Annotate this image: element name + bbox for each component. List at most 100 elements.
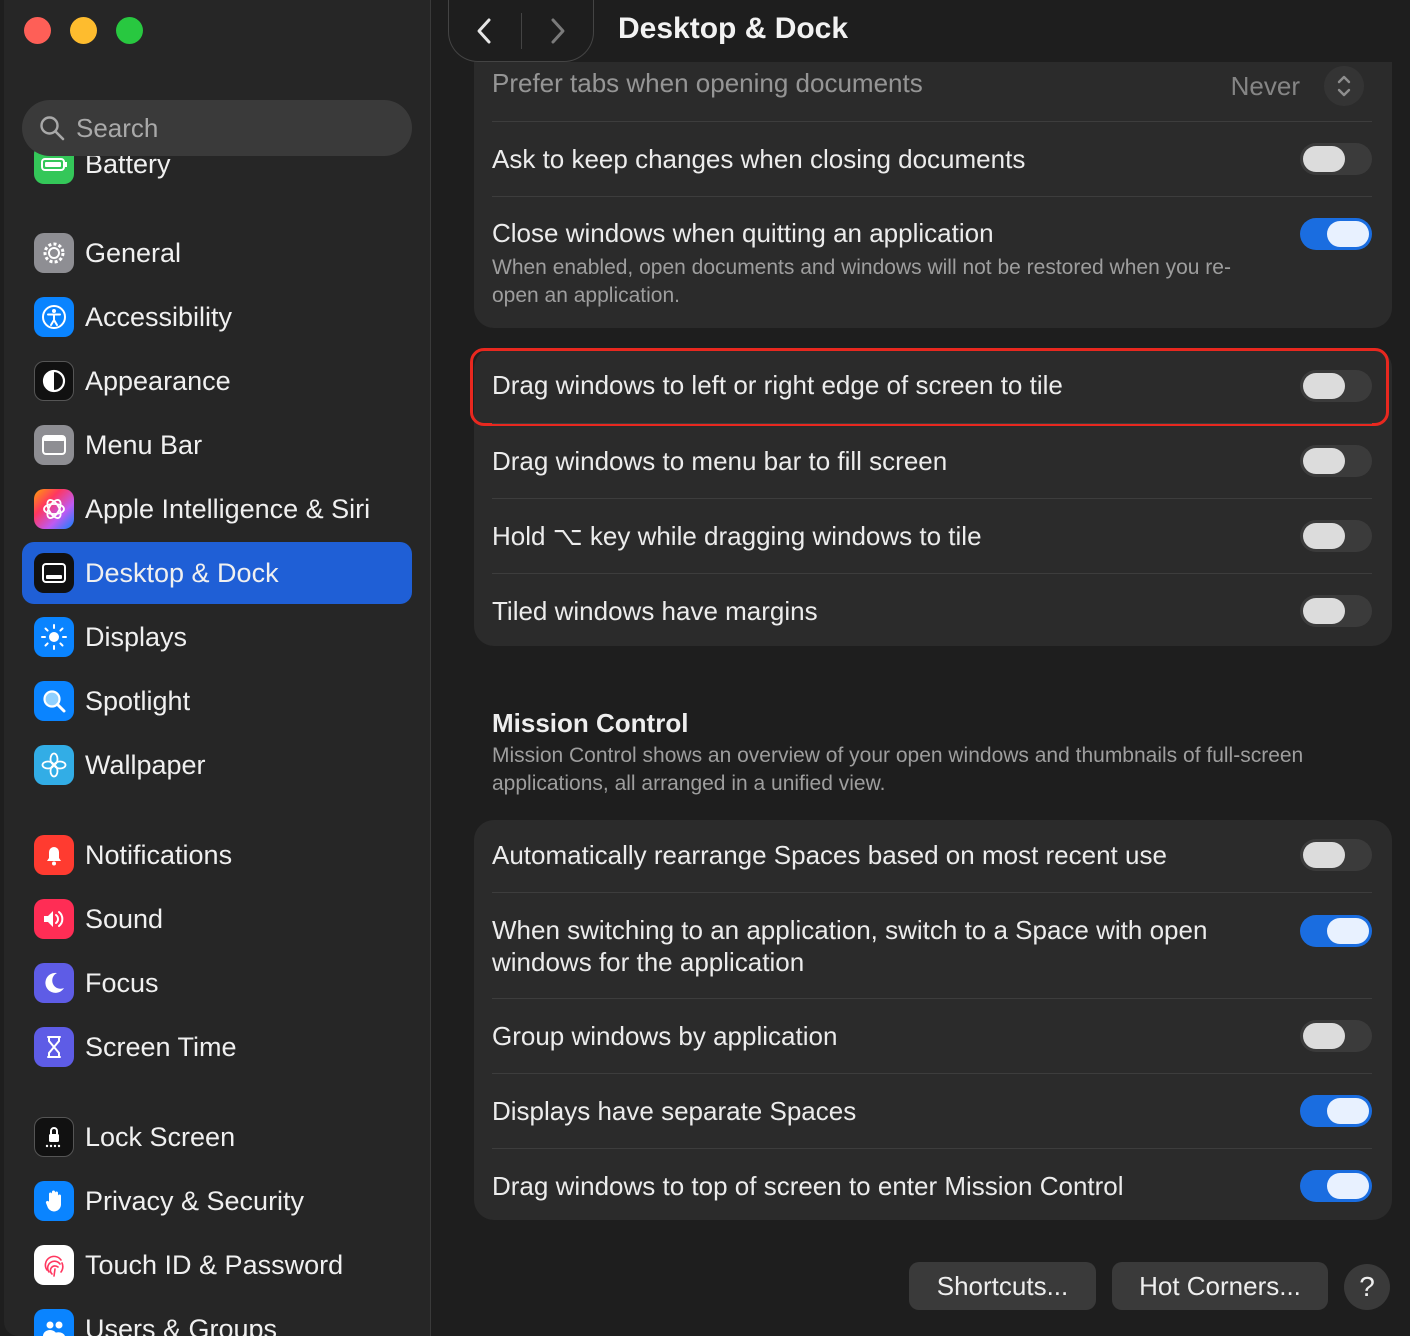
- chevron-left-icon: [477, 18, 491, 43]
- drag-menu-bar-row: Drag windows to menu bar to fill screen: [492, 442, 1372, 482]
- minimize-window-button[interactable]: [70, 17, 97, 44]
- sidebar-item-label: Sound: [85, 903, 164, 934]
- separate-spaces-toggle[interactable]: [1300, 1095, 1372, 1127]
- users-icon: [34, 1309, 74, 1336]
- divider: [492, 196, 1372, 197]
- page-title: Desktop & Dock: [618, 12, 849, 45]
- prefer-tabs-row: Prefer tabs when opening documents Never: [492, 66, 1372, 106]
- speaker-icon: [34, 899, 74, 939]
- hot-corners-button[interactable]: Hot Corners...: [1112, 1262, 1328, 1310]
- search-icon: [40, 116, 65, 141]
- sidebar-item-label: Focus: [85, 967, 159, 998]
- drag-top-label: Drag windows to top of screen to enter M…: [492, 1171, 1124, 1201]
- switch-space-row: When switching to an application, switch…: [492, 912, 1372, 984]
- bell-icon: [34, 835, 74, 875]
- chevron-up-down-icon: [1324, 66, 1364, 106]
- sidebar-item-sound[interactable]: Sound: [22, 888, 412, 950]
- sidebar-item-label: Notifications: [85, 839, 233, 870]
- dock-icon: [34, 553, 74, 593]
- sidebar-item-screen-time[interactable]: Screen Time: [22, 1016, 412, 1078]
- tiled-margins-row: Tiled windows have margins: [492, 592, 1372, 632]
- wallpaper-icon: [34, 745, 74, 785]
- lock-icon: [34, 1117, 74, 1157]
- sidebar-item-menu-bar[interactable]: Menu Bar: [22, 414, 412, 476]
- divider: [492, 892, 1372, 893]
- drag-top-toggle[interactable]: [1300, 1170, 1372, 1202]
- help-button[interactable]: ?: [1344, 1264, 1390, 1310]
- sidebar-item-label: General: [85, 237, 182, 268]
- sidebar-item-label: Users & Groups: [85, 1313, 278, 1336]
- tiled-margins-toggle[interactable]: [1300, 595, 1372, 627]
- sidebar-item-displays[interactable]: Displays: [22, 606, 412, 668]
- sidebar-item-label: Appearance: [85, 365, 231, 396]
- sidebar-item-label: Touch ID & Password: [85, 1249, 344, 1280]
- sidebar-item-touch-id-password[interactable]: Touch ID & Password: [22, 1234, 412, 1296]
- sidebar-item-label: Privacy & Security: [85, 1185, 305, 1216]
- drag-top-row: Drag windows to top of screen to enter M…: [492, 1167, 1372, 1207]
- divider: [492, 998, 1372, 999]
- sidebar-item-focus[interactable]: Focus: [22, 952, 412, 1014]
- ask-keep-changes-toggle[interactable]: [1300, 143, 1372, 175]
- sidebar-item-label: Spotlight: [85, 685, 191, 716]
- ask-keep-changes-row: Ask to keep changes when closing documen…: [492, 140, 1372, 180]
- search-field[interactable]: [22, 100, 412, 156]
- prefer-tabs-value: Never: [1230, 70, 1300, 101]
- close-windows-toggle[interactable]: [1300, 218, 1372, 250]
- close-windows-row: Close windows when quitting an applicati…: [492, 216, 1372, 312]
- hold-key-label: Hold ⌥ key while dragging windows to til…: [492, 521, 982, 551]
- sidebar-item-users-groups[interactable]: Users & Groups: [22, 1298, 412, 1336]
- group-windows-toggle[interactable]: [1300, 1020, 1372, 1052]
- sidebar-item-desktop-dock[interactable]: Desktop & Dock: [22, 542, 412, 604]
- divider: [492, 121, 1372, 122]
- sidebar-item-label: Displays: [85, 621, 188, 652]
- sidebar-item-label: Menu Bar: [85, 429, 203, 460]
- displays-icon: [34, 617, 74, 657]
- sidebar-item-label: Screen Time: [85, 1031, 237, 1062]
- appearance-icon: [34, 361, 74, 401]
- sidebar-item-spotlight[interactable]: Spotlight: [22, 670, 412, 732]
- group-windows-label: Group windows by application: [492, 1021, 838, 1051]
- sidebar-item-label: Wallpaper: [85, 749, 206, 780]
- close-windows-description: When enabled, open documents and windows…: [492, 256, 1231, 307]
- drag-menu-bar-toggle[interactable]: [1300, 445, 1372, 477]
- sidebar-item-accessibility[interactable]: Accessibility: [22, 286, 412, 348]
- rearrange-spaces-toggle[interactable]: [1300, 839, 1372, 871]
- switch-space-label: When switching to an application, switch…: [492, 915, 1208, 977]
- close-window-button[interactable]: [24, 17, 51, 44]
- mission-control-heading: Mission Control: [492, 708, 689, 738]
- prefer-tabs-label: Prefer tabs when opening documents: [492, 68, 923, 98]
- separate-spaces-label: Displays have separate Spaces: [492, 1096, 857, 1126]
- mission-control-description: Mission Control shows an overview of you…: [492, 744, 1304, 795]
- shortcuts-button[interactable]: Shortcuts...: [909, 1262, 1096, 1310]
- divider: [492, 573, 1372, 574]
- spotlight-icon: [34, 681, 74, 721]
- sidebar-item-general[interactable]: General: [22, 222, 412, 284]
- hold-key-row: Hold ⌥ key while dragging windows to til…: [492, 517, 1372, 557]
- sidebar: Battery General Accessibility Appearance…: [4, 0, 431, 1336]
- search-input[interactable]: [76, 112, 376, 144]
- sidebar-item-notifications[interactable]: Notifications: [22, 824, 412, 886]
- sidebar-item-wallpaper[interactable]: Wallpaper: [22, 734, 412, 796]
- forward-button[interactable]: [522, 1, 594, 61]
- prefer-tabs-select[interactable]: Never: [1231, 66, 1364, 106]
- divider: [492, 498, 1372, 499]
- separate-spaces-row: Displays have separate Spaces: [492, 1092, 1372, 1132]
- zoom-window-button[interactable]: [116, 17, 143, 44]
- divider: [492, 1148, 1372, 1149]
- sidebar-item-apple-intelligence-siri[interactable]: Apple Intelligence & Siri: [22, 478, 412, 540]
- sidebar-item-appearance[interactable]: Appearance: [22, 350, 412, 412]
- sidebar-item-privacy-security[interactable]: Privacy & Security: [22, 1170, 412, 1232]
- siri-icon: [34, 489, 74, 529]
- switch-space-toggle[interactable]: [1300, 915, 1372, 947]
- moon-icon: [34, 963, 74, 1003]
- fingerprint-icon: [34, 1245, 74, 1285]
- tiled-margins-label: Tiled windows have margins: [492, 596, 818, 626]
- group-windows-row: Group windows by application: [492, 1017, 1372, 1057]
- hold-key-toggle[interactable]: [1300, 520, 1372, 552]
- back-button[interactable]: [449, 1, 521, 61]
- sidebar-item-lock-screen[interactable]: Lock Screen: [22, 1106, 412, 1168]
- hand-icon: [34, 1181, 74, 1221]
- sidebar-item-label: Lock Screen: [85, 1121, 236, 1152]
- close-windows-label: Close windows when quitting an applicati…: [492, 218, 994, 248]
- rearrange-spaces-row: Automatically rearrange Spaces based on …: [492, 836, 1372, 876]
